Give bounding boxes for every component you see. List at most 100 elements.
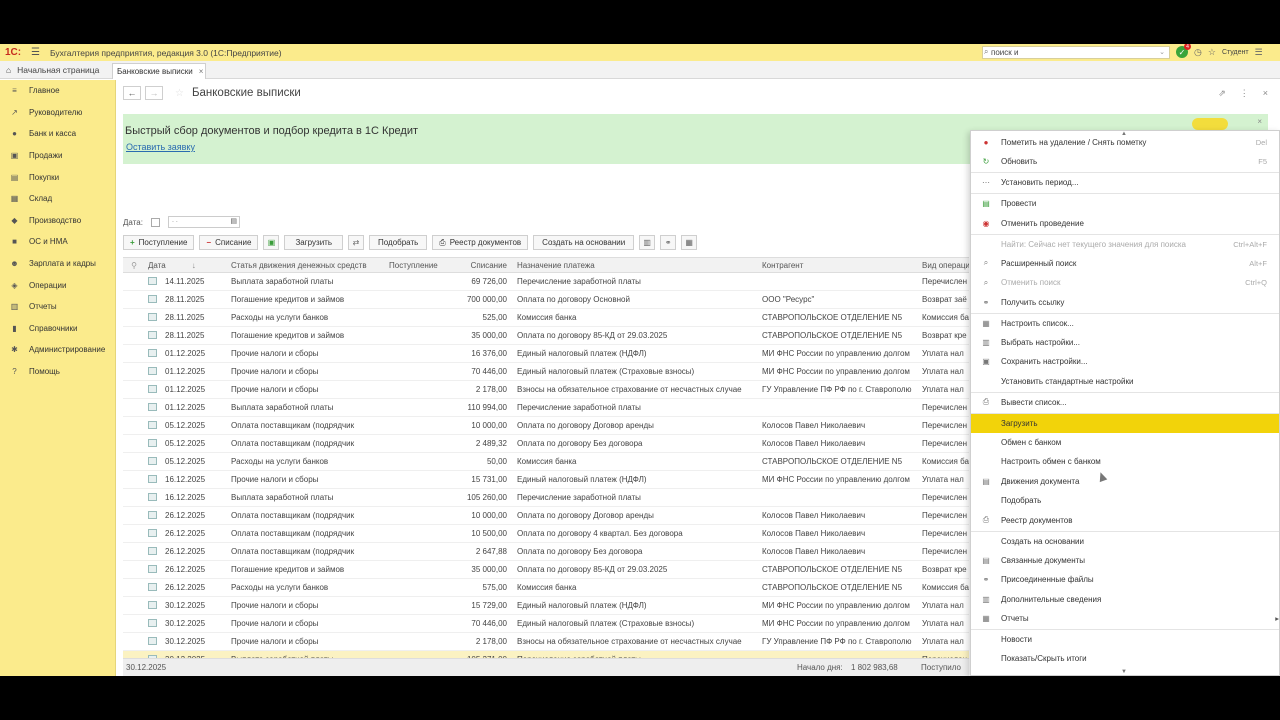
table-row[interactable]: 01.12.2025 Выплата заработной платы 110 99… <box>123 399 969 417</box>
menu-item[interactable]: Найти: Сейчас нет текущего значения для … <box>971 235 1279 254</box>
sidebar-item-warehouse[interactable]: ▦ Склад <box>0 188 115 210</box>
favorite-star-icon[interactable]: ☆ <box>175 88 184 99</box>
post-doc-icon[interactable]: ▥ <box>639 235 656 250</box>
sidebar-item-bank[interactable]: ● Банк и касса <box>0 123 115 145</box>
sidebar-item-main[interactable]: ≡ Главное <box>0 80 115 102</box>
menu-item[interactable]: ▣ Сохранить настройки... <box>971 352 1279 371</box>
tab-bank-statements[interactable]: Банковские выписки × <box>112 63 206 79</box>
sidebar-item-salary[interactable]: ☻ Зарплата и кадры <box>0 253 115 275</box>
sidebar-item-production[interactable]: ◆ Производство <box>0 210 115 232</box>
table-row[interactable]: 30.12.2025 Прочие налоги и сборы 70 446,00… <box>123 615 969 633</box>
menu-item[interactable]: ⚭ Присоединенные файлы <box>971 570 1279 589</box>
date-field[interactable]: . . ▤ <box>167 216 240 228</box>
table-row[interactable]: 16.12.2025 Выплата заработной платы 105 26… <box>123 489 969 507</box>
sidebar-item-admin[interactable]: ✱ Администрирование <box>0 339 115 361</box>
calendar-icon[interactable]: ▤ <box>230 217 237 225</box>
user-name[interactable]: Студент <box>1222 49 1249 56</box>
search-input[interactable]: ⌕ поиск и ⌄ <box>982 46 1170 59</box>
link-icon[interactable]: ⇗ <box>1218 88 1226 99</box>
tab-home[interactable]: ⌂ Начальная страница <box>0 61 110 79</box>
history-icon[interactable]: ◷ <box>1194 47 1202 58</box>
table-row[interactable]: 14.11.2025 Выплата заработной платы 69 726… <box>123 273 969 291</box>
table-row[interactable]: 28.11.2025 Расходы на услуги банков 525,00… <box>123 309 969 327</box>
forward-button[interactable]: → <box>145 86 163 100</box>
menu-item[interactable]: ⚭ Получить ссылку <box>971 293 1279 312</box>
create-based-button[interactable]: Создать на основании <box>533 235 635 250</box>
sidebar-item-assets[interactable]: ■ ОС и НМА <box>0 231 115 253</box>
close-form-icon[interactable]: × <box>1263 88 1268 99</box>
scroll-down-icon[interactable]: ▼ <box>1121 669 1127 675</box>
header-purpose[interactable]: Назначение платежа <box>511 261 756 270</box>
sidebar-item-help[interactable]: ? Помощь <box>0 361 115 383</box>
header-article[interactable]: Статья движения денежных средств <box>227 261 385 270</box>
menu-item[interactable]: ▥ Дополнительные сведения <box>971 590 1279 609</box>
header-date[interactable]: Дата ↓ <box>145 261 227 270</box>
income-button[interactable]: + Поступление <box>123 235 195 250</box>
table-row[interactable]: 05.12.2025 Расходы на услуги банков 50,00 К… <box>123 453 969 471</box>
header-operation[interactable]: Вид операци <box>916 261 969 270</box>
favorites-icon[interactable]: ☆ <box>1208 47 1216 58</box>
date-checkbox[interactable] <box>150 217 160 227</box>
table-row[interactable]: 01.12.2025 Прочие налоги и сборы 70 446,00… <box>123 363 969 381</box>
menu-item[interactable]: ▤ Движения документа <box>971 472 1279 491</box>
exchange-icon[interactable]: ⇄ <box>348 235 364 250</box>
table-row[interactable]: 26.12.2025 Оплата поставщикам (подрядчик 1… <box>123 525 969 543</box>
table-row[interactable]: 01.12.2025 Прочие налоги и сборы 16 376,00… <box>123 345 969 363</box>
table-row[interactable]: 26.12.2025 Погашение кредитов и займов 35 … <box>123 561 969 579</box>
sidebar-item-operations[interactable]: ◈ Операции <box>0 274 115 296</box>
attachment-col-icon[interactable]: ⚲ <box>123 261 145 270</box>
load-button[interactable]: Загрузить <box>284 235 343 250</box>
menu-item[interactable]: ⎙ Реестр документов <box>971 511 1279 530</box>
more-icon[interactable]: ⋮ <box>1240 88 1249 99</box>
table-row[interactable]: 26.12.2025 Оплата поставщикам (подрядчик 2… <box>123 543 969 561</box>
table-row[interactable]: 01.12.2025 Прочие налоги и сборы 2 178,00 В… <box>123 381 969 399</box>
header-income[interactable]: Поступление <box>385 261 445 270</box>
notifications-icon[interactable]: ✓ 4 <box>1176 44 1191 58</box>
registry-button[interactable]: ⎙ Реестр документов <box>432 235 529 250</box>
select-button[interactable]: Подобрать <box>369 235 428 250</box>
back-button[interactable]: ← <box>123 86 141 100</box>
table-row[interactable]: 30.12.2025 Прочие налоги и сборы 2 178,00 В… <box>123 633 969 651</box>
header-counterparty[interactable]: Контрагент <box>756 261 916 270</box>
menu-item[interactable]: ⋯ Установить период... <box>971 173 1279 192</box>
menu-item[interactable]: ⌕ Расширенный поиск Alt+F <box>971 254 1279 273</box>
menu-item[interactable]: ↻ Обновить F5 <box>971 152 1279 171</box>
menu-item[interactable]: Установить стандартные настройки <box>971 372 1279 391</box>
table-row[interactable]: 05.12.2025 Оплата поставщикам (подрядчик 1… <box>123 417 969 435</box>
table-row[interactable]: 26.12.2025 Расходы на услуги банков 575,00… <box>123 579 969 597</box>
menu-item[interactable]: ● Пометить на удаление / Снять пометку Del <box>971 133 1279 152</box>
sidebar-item-purchases[interactable]: ▤ Покупки <box>0 166 115 188</box>
copy-icon[interactable]: ▣ <box>263 235 280 250</box>
menu-item[interactable]: Показать/Скрыть итоги <box>971 649 1279 668</box>
menu-item[interactable]: ▤ Связанные документы <box>971 551 1279 570</box>
table-row[interactable]: 16.12.2025 Прочие налоги и сборы 15 731,00… <box>123 471 969 489</box>
sidebar-item-reports[interactable]: ▥ Отчеты <box>0 296 115 318</box>
promo-link[interactable]: Оставить заявку <box>126 142 195 152</box>
menu-item[interactable]: Обмен с банком <box>971 433 1279 452</box>
sidebar-item-director[interactable]: ↗ Руководителю <box>0 102 115 124</box>
menu-item[interactable]: ▥ Выбрать настройки... <box>971 333 1279 352</box>
header-expense[interactable]: Списание <box>445 261 511 270</box>
menu-item[interactable]: Создать на основании <box>971 532 1279 551</box>
sidebar-item-sales[interactable]: ▣ Продажи <box>0 145 115 167</box>
menu-item[interactable]: ⌕ Отменить поиск Ctrl+Q <box>971 273 1279 292</box>
sidebar-item-catalogs[interactable]: ▮ Справочники <box>0 318 115 340</box>
menu-item[interactable]: Новости <box>971 630 1279 649</box>
menu-item[interactable]: ◉ Отменить проведение <box>971 214 1279 233</box>
close-icon[interactable]: × <box>199 67 204 76</box>
main-menu-icon[interactable]: ☰ <box>31 47 40 58</box>
menu-item[interactable]: Загрузить <box>971 413 1279 433</box>
table-row[interactable]: 30.12.2025 Прочие налоги и сборы 15 729,00… <box>123 597 969 615</box>
delete-icon[interactable]: ▦ <box>681 235 698 250</box>
menu-item[interactable]: ▦ Отчеты ▸ <box>971 609 1279 628</box>
expense-button[interactable]: − Списание <box>199 235 259 250</box>
chevron-down-icon[interactable]: ⌄ <box>1159 47 1165 58</box>
menu-item[interactable]: ▤ Провести <box>971 194 1279 213</box>
menu-item[interactable]: Подобрать <box>971 491 1279 510</box>
table-row[interactable]: 05.12.2025 Оплата поставщикам (подрядчик 2… <box>123 435 969 453</box>
settings-menu-icon[interactable]: ☰ <box>1255 47 1263 58</box>
menu-item[interactable]: Настроить обмен с банком <box>971 452 1279 471</box>
promo-close-icon[interactable]: × <box>1257 117 1262 126</box>
table-row[interactable]: 28.11.2025 Погашение кредитов и займов 35 … <box>123 327 969 345</box>
table-row[interactable]: 28.11.2025 Погашение кредитов и займов 700… <box>123 291 969 309</box>
